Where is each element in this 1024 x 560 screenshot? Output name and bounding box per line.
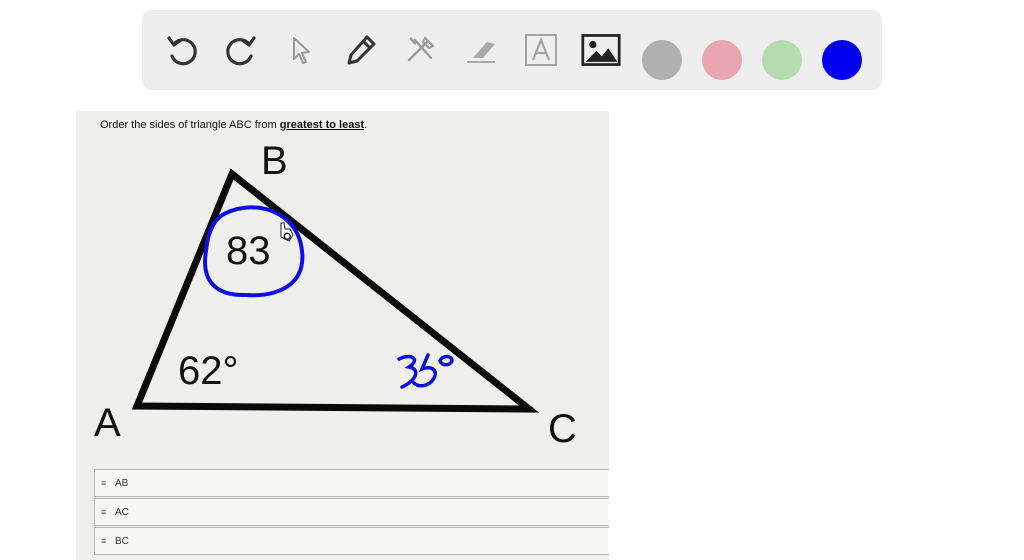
- vertex-a-label: A: [94, 401, 121, 445]
- vertex-b-label: B: [261, 139, 288, 183]
- eraser-tools-icon[interactable]: [401, 30, 441, 70]
- drag-handle-icon[interactable]: ≡: [101, 536, 106, 546]
- answer-label: AC: [115, 507, 129, 518]
- highlighter-icon[interactable]: [461, 30, 501, 70]
- drawing-toolbar: [142, 10, 882, 90]
- drag-handle-icon[interactable]: ≡: [101, 507, 106, 517]
- angle-a-value: 62°: [178, 349, 239, 393]
- color-pink-swatch[interactable]: [702, 40, 742, 80]
- answer-label: AB: [115, 478, 129, 489]
- pointer-icon[interactable]: [281, 30, 321, 70]
- question-photo: Order the sides of triangle ABC from gre…: [76, 111, 609, 560]
- image-icon[interactable]: [581, 30, 621, 70]
- drag-handle-icon[interactable]: ≡: [101, 478, 106, 488]
- undo-icon[interactable]: [162, 30, 202, 70]
- text-icon[interactable]: [521, 30, 561, 70]
- angle-c-handwriting: [397, 353, 454, 389]
- pen-icon[interactable]: [341, 30, 381, 70]
- answer-item[interactable]: ≡ AC: [94, 498, 609, 526]
- color-green-swatch[interactable]: [762, 40, 802, 80]
- color-gray-swatch[interactable]: [642, 40, 682, 80]
- angle-b-value: 83: [226, 229, 271, 273]
- redo-icon[interactable]: [221, 30, 261, 70]
- angle-b-degree: °: [282, 227, 293, 257]
- color-blue-swatch[interactable]: [822, 40, 862, 80]
- vertex-c-label: C: [548, 407, 577, 451]
- answer-item[interactable]: ≡ AB: [94, 469, 609, 497]
- answer-label: BC: [115, 536, 129, 547]
- answer-item[interactable]: ≡ BC: [94, 527, 609, 555]
